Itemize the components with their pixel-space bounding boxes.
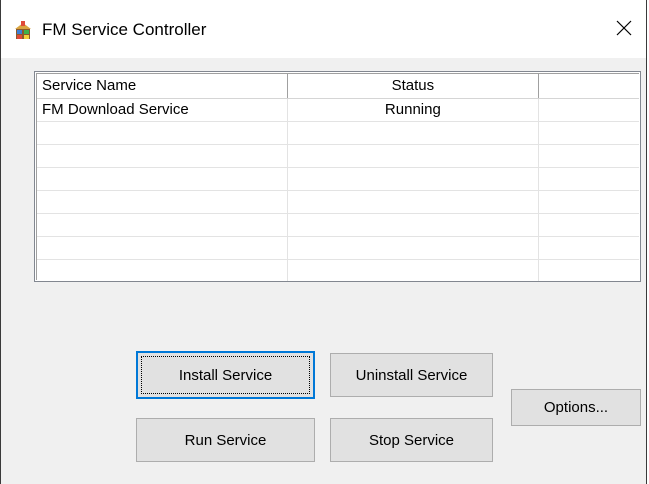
- column-header-empty[interactable]: [539, 74, 639, 98]
- cell-status: [288, 168, 540, 190]
- title-bar[interactable]: FM Service Controller: [1, 0, 646, 58]
- table-row[interactable]: [37, 237, 639, 260]
- cell-extra: [539, 237, 639, 259]
- cell-extra: [539, 191, 639, 213]
- column-header-service-name[interactable]: Service Name: [37, 74, 288, 98]
- table-row[interactable]: [37, 191, 639, 214]
- uninstall-service-button[interactable]: Uninstall Service: [330, 353, 493, 397]
- cell-extra: [539, 168, 639, 190]
- fm-app-icon: [15, 21, 31, 39]
- cell-service-name: [37, 191, 288, 213]
- window-title: FM Service Controller: [42, 20, 207, 39]
- close-icon: [616, 20, 632, 36]
- cell-service-name: [37, 122, 288, 144]
- table-row[interactable]: [37, 260, 639, 281]
- close-button[interactable]: [602, 6, 646, 50]
- fm-service-controller-window: FM Service Controller Service Name Statu…: [0, 0, 647, 484]
- cell-extra: [539, 99, 639, 121]
- options-button[interactable]: Options...: [511, 389, 641, 426]
- options-label: Options...: [543, 399, 609, 416]
- list-rows: FM Download Service Running: [37, 99, 639, 281]
- uninstall-service-label: Uninstall Service: [355, 366, 468, 384]
- table-row[interactable]: [37, 122, 639, 145]
- cell-extra: [539, 122, 639, 144]
- cell-extra: [539, 214, 639, 236]
- run-service-label: Run Service: [184, 431, 267, 449]
- cell-extra: [539, 145, 639, 167]
- cell-service-name: [37, 145, 288, 167]
- stop-service-label: Stop Service: [368, 431, 455, 449]
- cell-status: [288, 191, 540, 213]
- cell-status: Running: [288, 99, 540, 121]
- table-row[interactable]: [37, 145, 639, 168]
- cell-status: [288, 237, 540, 259]
- cell-status: [288, 145, 540, 167]
- service-list[interactable]: Service Name Status FM Download Service …: [34, 71, 641, 282]
- install-service-label: Install Service: [178, 366, 273, 384]
- cell-status: [288, 122, 540, 144]
- cell-service-name: [37, 237, 288, 259]
- cell-status: [288, 214, 540, 236]
- table-row[interactable]: [37, 168, 639, 191]
- install-service-button[interactable]: Install Service: [136, 351, 315, 399]
- client-area: Service Name Status FM Download Service …: [1, 58, 646, 484]
- table-row[interactable]: [37, 214, 639, 237]
- cell-service-name: FM Download Service: [37, 99, 288, 121]
- cell-status: [288, 260, 540, 281]
- cell-service-name: [37, 214, 288, 236]
- run-service-button[interactable]: Run Service: [136, 418, 315, 462]
- cell-extra: [539, 260, 639, 281]
- column-header-status[interactable]: Status: [288, 74, 540, 98]
- list-header: Service Name Status: [37, 74, 639, 99]
- cell-service-name: [37, 168, 288, 190]
- cell-service-name: [37, 260, 288, 281]
- table-row[interactable]: FM Download Service Running: [37, 99, 639, 122]
- stop-service-button[interactable]: Stop Service: [330, 418, 493, 462]
